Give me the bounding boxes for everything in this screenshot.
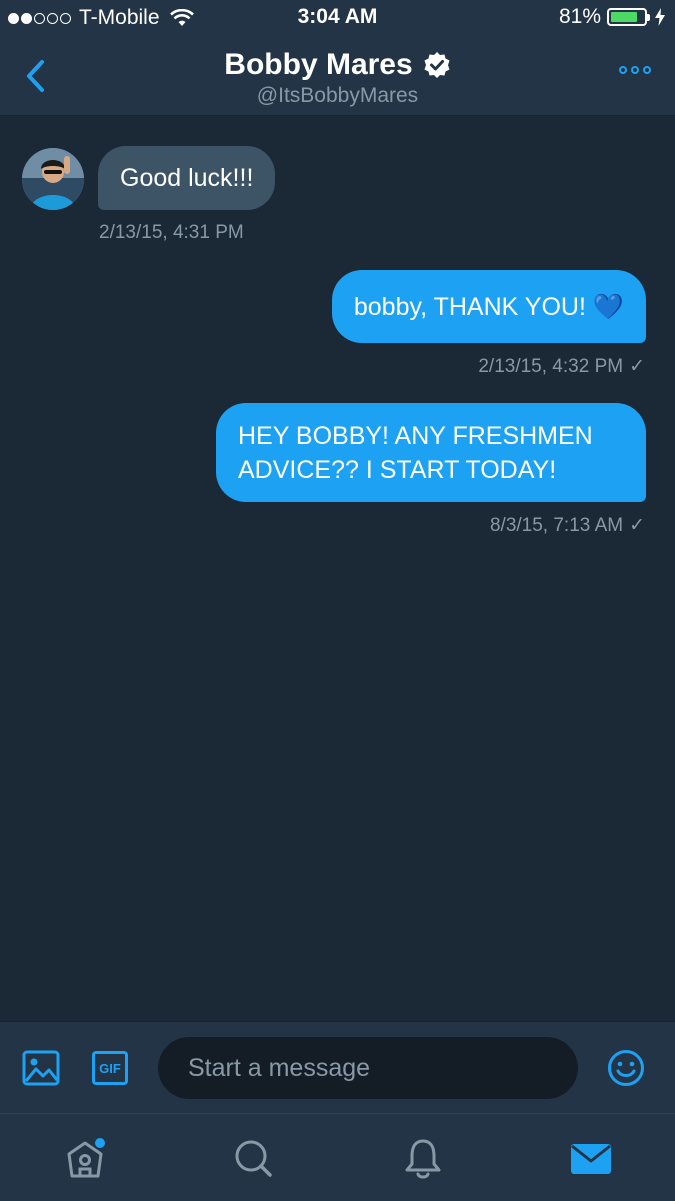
avatar-image — [22, 148, 84, 210]
more-dot — [631, 66, 639, 74]
notifications-icon[interactable] — [401, 1136, 445, 1180]
more-dot — [643, 66, 651, 74]
conversation-header: Bobby Mares @ItsBobbyMares — [0, 36, 675, 116]
battery-percent: 81% — [558, 5, 601, 28]
message-bubble-outgoing[interactable]: bobby, THANK YOU! 💙 — [331, 270, 646, 343]
messages-icon[interactable] — [569, 1136, 613, 1180]
conversation-title[interactable]: Bobby Mares @ItsBobbyMares — [0, 48, 675, 108]
battery-icon — [607, 8, 650, 26]
message-bubble-incoming[interactable]: Good luck!!! — [98, 146, 276, 210]
avatar[interactable] — [22, 148, 84, 210]
battery-status: 81% — [559, 5, 665, 29]
add-photo-button[interactable] — [22, 1050, 60, 1086]
search-icon[interactable] — [231, 1136, 275, 1180]
message-meta: 8/3/15, 7:13 AM ✓ — [490, 514, 645, 537]
contact-name: Bobby Mares — [224, 48, 413, 81]
more-options-button[interactable] — [619, 66, 651, 74]
message-timestamp: 2/13/15, 4:32 PM — [478, 356, 624, 377]
message-input[interactable]: Start a message — [158, 1037, 578, 1099]
message-composer: GIF Start a message — [0, 1021, 675, 1114]
status-bar: T-Mobile 3:04 AM 81% — [0, 0, 675, 36]
message-timestamp: 2/13/15, 4:31 PM — [99, 222, 244, 243]
delivered-check-icon: ✓ — [629, 515, 645, 536]
delivered-check-icon: ✓ — [629, 356, 645, 377]
contact-handle: @ItsBobbyMares — [256, 84, 419, 107]
message-bubble-outgoing[interactable]: HEY BOBBY! ANY FRESHMEN ADVICE?? I START… — [216, 403, 646, 502]
charging-bolt-icon — [655, 8, 665, 26]
home-icon[interactable] — [63, 1136, 107, 1180]
message-input-placeholder: Start a message — [188, 1053, 371, 1082]
message-meta: 2/13/15, 4:32 PM ✓ — [478, 355, 645, 378]
message-timestamp: 8/3/15, 7:13 AM — [489, 515, 624, 536]
gif-button[interactable]: GIF — [92, 1051, 128, 1085]
notification-dot — [95, 1138, 105, 1148]
tab-bar — [0, 1113, 675, 1201]
verified-badge-icon — [424, 52, 450, 78]
emoji-button[interactable] — [607, 1049, 645, 1087]
more-dot — [619, 66, 627, 74]
